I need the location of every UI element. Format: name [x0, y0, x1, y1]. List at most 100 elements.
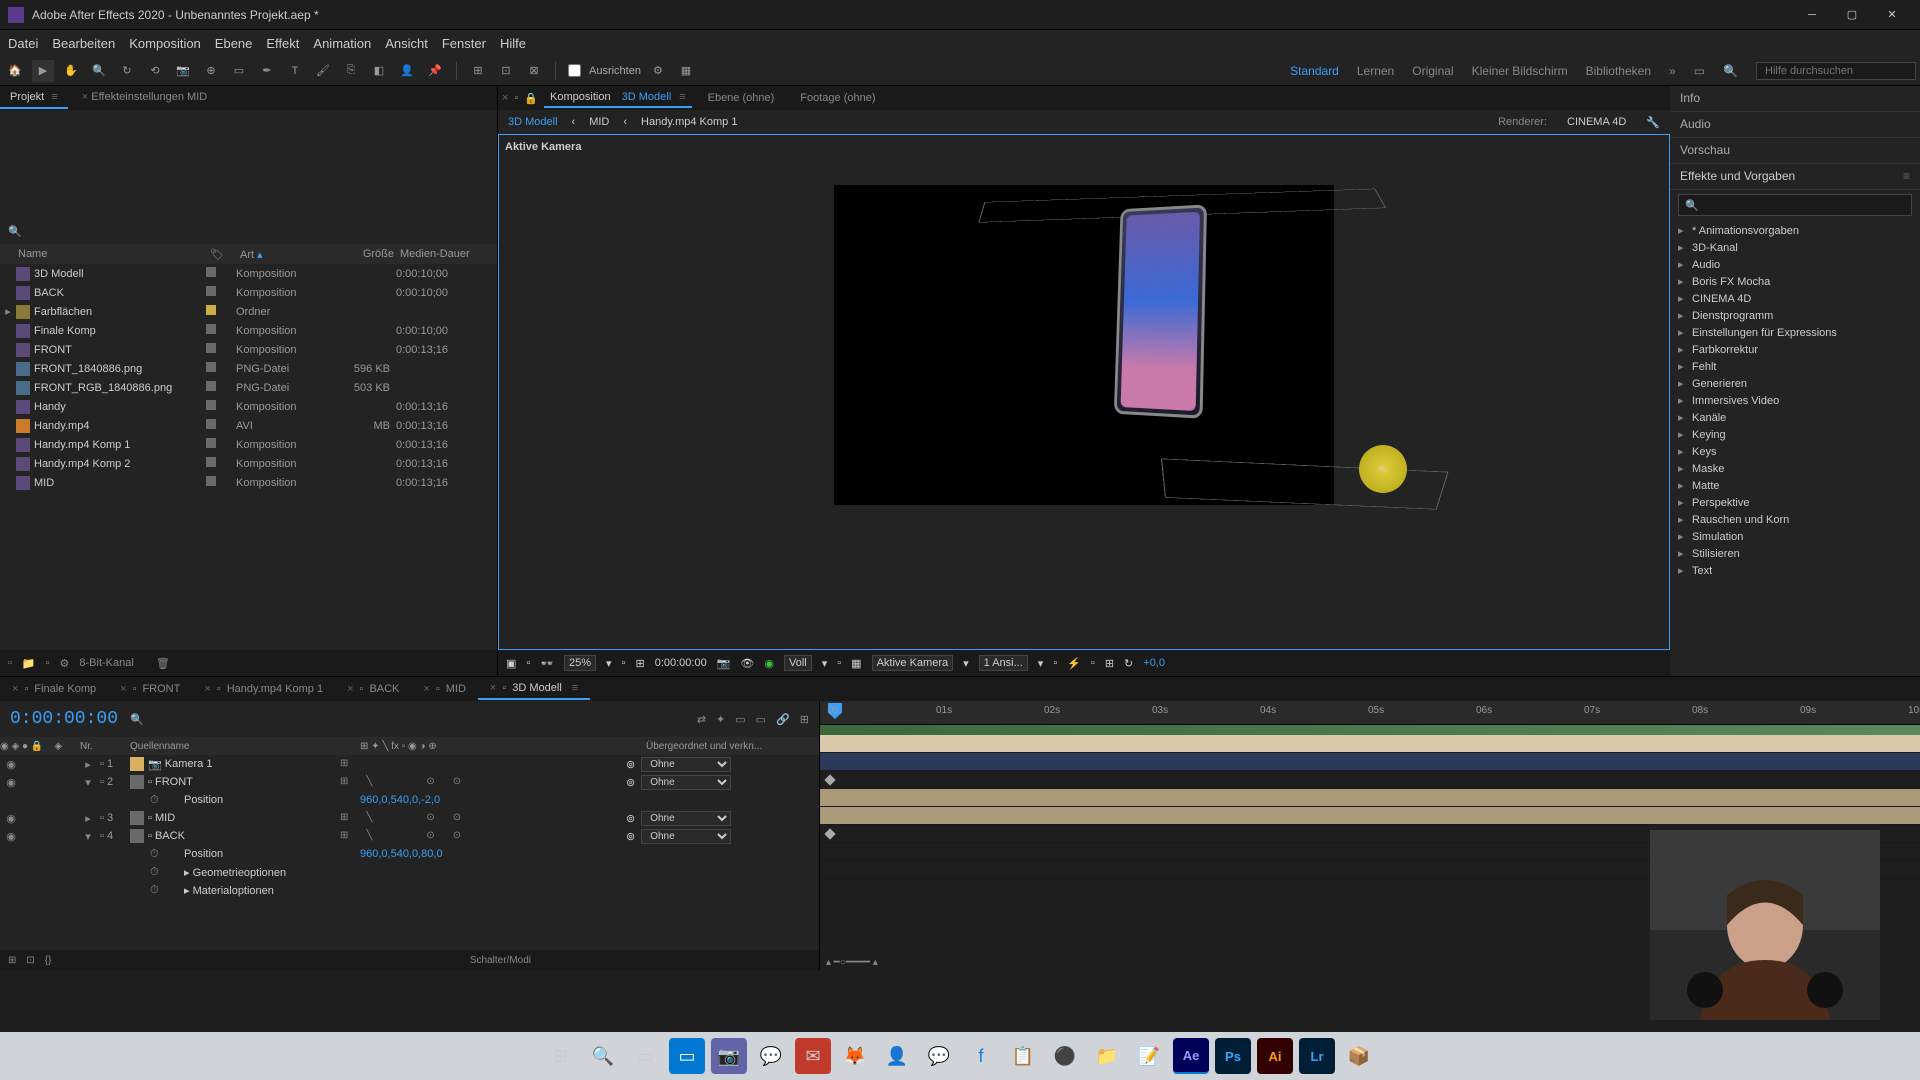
eraser-tool[interactable]: ◧	[368, 60, 390, 82]
home-icon[interactable]: 🏠	[4, 60, 26, 82]
effect-category[interactable]: ▸Maske	[1670, 460, 1920, 477]
project-item[interactable]: FRONT_RGB_1840886.pngPNG-Datei503 KB	[0, 378, 497, 397]
project-item[interactable]: Handy.mp4 Komp 1Komposition0:00:13;16	[0, 435, 497, 454]
type-tool[interactable]: T	[284, 60, 306, 82]
tab-footage[interactable]: Footage (ohne)	[790, 89, 885, 107]
effect-category[interactable]: ▸* Animationsvorgaben	[1670, 222, 1920, 239]
orbit-tool[interactable]: ↻	[116, 60, 138, 82]
timeline-tab[interactable]: ×▫FRONT	[108, 679, 192, 699]
taskbar-app-6[interactable]: 👤	[879, 1038, 915, 1074]
effect-category[interactable]: ▸CINEMA 4D	[1670, 290, 1920, 307]
project-item[interactable]: Handy.mp4 Komp 2Komposition0:00:13;16	[0, 454, 497, 473]
toggle-modes-icon[interactable]: ⊡	[26, 955, 34, 966]
menu-komposition[interactable]: Komposition	[129, 36, 201, 51]
effect-category[interactable]: ▸Generieren	[1670, 375, 1920, 392]
fast-preview-icon[interactable]: ⚡	[1067, 657, 1081, 670]
layer-property[interactable]: ⏱Position960,0,540,0,80,0	[0, 845, 819, 863]
layer-bar[interactable]	[820, 753, 1920, 771]
channel-icon[interactable]: ▫	[526, 657, 530, 669]
motion-blur-icon[interactable]: ▭	[735, 713, 745, 726]
hand-tool[interactable]: ✋	[60, 60, 82, 82]
workspace-standard[interactable]: Standard	[1290, 64, 1339, 78]
taskbar-obs[interactable]: ⚫	[1047, 1038, 1083, 1074]
workspace-kleiner[interactable]: Kleiner Bildschirm	[1472, 64, 1568, 78]
timeline-layer[interactable]: ◉▸▫ 3▫ MID⊞ ╲ ⊙ ⊙⊚Ohne	[0, 809, 819, 827]
zoom-chevron-icon[interactable]: ▾	[606, 657, 612, 670]
close-button[interactable]: ✕	[1872, 0, 1912, 30]
breadcrumb-item[interactable]: 3D Modell	[508, 116, 558, 128]
panel-effects[interactable]: Effekte und Vorgaben ≡	[1670, 164, 1920, 190]
timeline-tab[interactable]: ×▫Handy.mp4 Komp 1	[192, 679, 335, 699]
graph-editor-icon[interactable]: ▭	[756, 713, 766, 726]
timeline-search-icon[interactable]: 🔍	[130, 713, 144, 726]
snap-grid-icon[interactable]: ▦	[675, 60, 697, 82]
exposure-value[interactable]: +0,0	[1143, 657, 1165, 669]
timeline-layer[interactable]: ◉▸▫ 1📷 Kamera 1⊞ ⊚Ohne	[0, 755, 819, 773]
camera-dropdown[interactable]: Aktive Kamera	[872, 655, 954, 671]
layer-property[interactable]: ⏱Position960,0,540,0,-2,0	[0, 791, 819, 809]
menu-fenster[interactable]: Fenster	[442, 36, 486, 51]
taskbar-lightroom[interactable]: Lr	[1299, 1038, 1335, 1074]
project-item[interactable]: FRONTKomposition0:00:13;16	[0, 340, 497, 359]
taskbar-facebook[interactable]: f	[963, 1038, 999, 1074]
views-dropdown[interactable]: 1 Ansi...	[979, 655, 1028, 671]
adjust-icon[interactable]: ⚙	[60, 657, 70, 670]
renderer-dropdown[interactable]: CINEMA 4D	[1567, 116, 1626, 128]
interpret-icon[interactable]: ▫	[8, 657, 12, 669]
start-button[interactable]: ⊞	[543, 1038, 579, 1074]
timeline-tab[interactable]: ×▫Finale Komp	[0, 679, 108, 699]
shape-tool[interactable]: ▭	[228, 60, 250, 82]
shy-icon[interactable]: ⇄	[697, 713, 706, 726]
maximize-button[interactable]: ▢	[1832, 0, 1872, 30]
roto-tool[interactable]: 👤	[396, 60, 418, 82]
panel-audio[interactable]: Audio	[1670, 112, 1920, 138]
taskbar-messenger[interactable]: 💬	[921, 1038, 957, 1074]
clone-tool[interactable]: ⎘	[340, 60, 362, 82]
pixel-aspect-icon[interactable]: ▫	[1053, 657, 1057, 669]
roi-icon[interactable]: ▫	[837, 657, 841, 669]
snap-checkbox[interactable]	[568, 64, 581, 77]
layer-bar[interactable]	[820, 807, 1920, 825]
layer-bar[interactable]	[820, 735, 1920, 753]
work-area-bar[interactable]	[820, 725, 1920, 735]
timeline-icon[interactable]: ▫	[1091, 657, 1095, 669]
timeline-tab[interactable]: ×▫BACK	[335, 679, 411, 699]
bit-depth-button[interactable]: 8-Bit-Kanal	[79, 657, 133, 669]
effect-category[interactable]: ▸Audio	[1670, 256, 1920, 273]
panel-vorschau[interactable]: Vorschau	[1670, 138, 1920, 164]
effect-category[interactable]: ▸Dienstprogramm	[1670, 307, 1920, 324]
rotate-tool[interactable]: ⟲	[144, 60, 166, 82]
renderer-settings-icon[interactable]: 🔧	[1646, 116, 1660, 129]
brace-icon[interactable]: {}	[45, 955, 52, 966]
world-axis-icon[interactable]: ⊡	[495, 60, 517, 82]
effect-category[interactable]: ▸Text	[1670, 562, 1920, 579]
taskbar-app-4[interactable]: ✉	[795, 1038, 831, 1074]
brain-icon[interactable]: ⊞	[800, 713, 809, 726]
toggle-switches-icon[interactable]: ⊞	[8, 955, 16, 966]
layer-bar[interactable]	[820, 789, 1920, 807]
new-comp-icon[interactable]: ▫	[46, 657, 50, 669]
local-axis-icon[interactable]: ⊞	[467, 60, 489, 82]
timeline-tab[interactable]: ×▫MID	[411, 679, 478, 699]
camera-tool[interactable]: 📷	[172, 60, 194, 82]
taskbar-app-last[interactable]: 📦	[1341, 1038, 1377, 1074]
breadcrumb-item[interactable]: Handy.mp4 Komp 1	[641, 116, 737, 128]
help-search-input[interactable]	[1756, 62, 1916, 80]
effect-category[interactable]: ▸Immersives Video	[1670, 392, 1920, 409]
project-item[interactable]: Handy.mp4AVIMB0:00:13;16	[0, 416, 497, 435]
resolution-dropdown[interactable]: Voll	[784, 655, 812, 671]
snapshot-icon[interactable]: 📷	[717, 657, 731, 670]
project-item[interactable]: BACKKomposition0:00:10;00	[0, 283, 497, 302]
draft3d-icon[interactable]: 🔗	[776, 713, 790, 726]
trash-icon[interactable]: 🗑	[156, 657, 170, 670]
show-snapshot-icon[interactable]: 👁	[740, 657, 754, 670]
tab-ebene[interactable]: Ebene (ohne)	[698, 89, 785, 107]
workspace-original[interactable]: Original	[1412, 64, 1453, 78]
timeline-layer[interactable]: ◉▾▫ 2▫ FRONT⊞ ╲ ⊙ ⊙⊚Ohne	[0, 773, 819, 791]
menu-effekt[interactable]: Effekt	[266, 36, 299, 51]
effect-category[interactable]: ▸Rauschen und Korn	[1670, 511, 1920, 528]
taskbar-app-2[interactable]: 📷	[711, 1038, 747, 1074]
comp-tab-marker-icon[interactable]: ▫	[514, 92, 518, 104]
minimize-button[interactable]: ─	[1792, 0, 1832, 30]
breadcrumb-item[interactable]: MID	[589, 116, 609, 128]
